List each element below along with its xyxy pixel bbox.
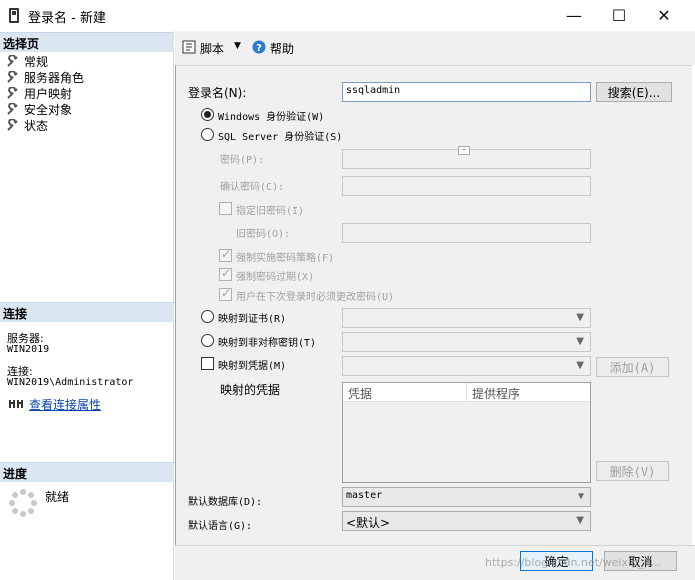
maximize-button[interactable]: ☐ [596, 0, 642, 31]
certificate-combo[interactable]: ▼ [342, 308, 591, 328]
server-value: WIN2019 [7, 344, 50, 355]
enforce-expiration-label: 强制密码过期(X) [236, 272, 315, 283]
enforce-expiration-checkbox[interactable] [219, 266, 232, 281]
page-item-label: 安全对象 [24, 102, 73, 117]
map-credential-label: 映射到凭据(M) [218, 361, 287, 372]
page-item-label: 服务器角色 [24, 70, 85, 85]
wrench-icon [7, 103, 18, 115]
page-item-server-roles[interactable]: 服务器角色 [7, 69, 84, 85]
select-page-header: 选择页 [0, 32, 174, 52]
map-certificate-radio[interactable] [201, 310, 214, 323]
sql-auth-radio[interactable] [201, 128, 214, 141]
asym-key-combo[interactable]: ▼ [342, 332, 591, 352]
old-password-label: 旧密码(O): [236, 229, 291, 240]
wrench-icon [7, 71, 18, 83]
chevron-down-icon: ▼ [576, 360, 584, 371]
script-button[interactable]: 脚本 [200, 40, 224, 57]
title-bar: 登录名 - 新建 — ☐ ✕ [0, 0, 695, 31]
windows-auth-label: Windows 身份验证(W) [218, 112, 325, 123]
default-language-select[interactable]: <默认> ▼ [342, 511, 591, 531]
default-database-value: master [346, 490, 383, 501]
password-label: 密码(P): [220, 155, 265, 166]
windows-auth-radio[interactable] [201, 108, 214, 121]
grid-column-credential[interactable]: 凭据 [343, 383, 467, 402]
help-button[interactable]: 帮助 [270, 40, 294, 57]
wrench-icon [7, 119, 18, 131]
default-language-label: 默认语言(G): [188, 521, 253, 532]
page-item-status[interactable]: 状态 [7, 117, 48, 133]
map-certificate-label: 映射到证书(R) [218, 314, 287, 325]
app-icon [9, 8, 19, 23]
enforce-policy-label: 强制实施密码策略(F) [236, 253, 335, 264]
mapped-credentials-label: 映射的凭据 [220, 383, 281, 397]
chevron-down-icon: ▼ [576, 312, 584, 323]
confirm-password-input[interactable] [342, 176, 591, 196]
must-change-label: 用户在下次登录时必须更改密码(U) [236, 292, 395, 303]
script-icon [182, 40, 196, 54]
grid-column-provider[interactable]: 提供程序 [467, 383, 590, 402]
search-button[interactable]: 搜索(E)... [596, 82, 672, 102]
help-icon: ? [252, 40, 266, 54]
wrench-icon [7, 55, 18, 67]
default-database-label: 默认数据库(D): [188, 497, 263, 508]
connection-properties-icon [9, 400, 23, 408]
watermark-text: https://blog.csdn.net/weixin_4... [485, 556, 662, 569]
add-credential-button[interactable]: 添加(A) [596, 357, 669, 377]
chevron-down-icon: ▼ [576, 515, 584, 526]
connection-header: 连接 [0, 302, 174, 322]
page-item-label: 状态 [24, 118, 49, 133]
enforce-policy-checkbox[interactable] [219, 247, 232, 262]
login-name-input[interactable]: ssqladmin [342, 82, 591, 102]
default-language-value: <默认> [346, 516, 391, 530]
progress-spinner-icon [9, 489, 37, 517]
specify-old-password-checkbox[interactable] [219, 202, 232, 215]
close-button[interactable]: ✕ [641, 0, 687, 31]
default-database-select[interactable]: master ▼ [342, 487, 591, 507]
map-asym-key-label: 映射到非对称密钥(T) [218, 338, 317, 349]
progress-status: 就绪 [45, 490, 70, 504]
password-caps-indicator: - [458, 146, 470, 155]
chevron-down-icon: ▼ [577, 491, 584, 502]
remove-credential-button[interactable]: 删除(V) [596, 461, 669, 481]
map-asym-key-radio[interactable] [201, 334, 214, 347]
page-item-securables[interactable]: 安全对象 [7, 101, 72, 117]
page-item-user-mapping[interactable]: 用户映射 [7, 85, 72, 101]
old-password-input[interactable] [342, 223, 591, 243]
credential-combo[interactable]: ▼ [342, 356, 591, 376]
confirm-password-label: 确认密码(C): [220, 182, 285, 193]
login-name-label: 登录名(N): [188, 86, 247, 100]
page-item-label: 常规 [24, 54, 49, 69]
view-connection-properties-link[interactable]: 查看连接属性 [29, 396, 101, 413]
page-item-general[interactable]: 常规 [7, 53, 48, 69]
svg-text:?: ? [256, 43, 262, 54]
chevron-down-icon: ▼ [576, 336, 584, 347]
connection-value: WIN2019\Administrator [7, 377, 134, 388]
must-change-checkbox[interactable] [219, 286, 232, 301]
specify-old-password-label: 指定旧密码(I) [236, 206, 305, 217]
progress-header: 进度 [0, 462, 174, 482]
script-dropdown-icon[interactable]: ▼ [234, 41, 241, 51]
wrench-icon [7, 87, 18, 99]
window-title: 登录名 - 新建 [28, 11, 106, 26]
mapped-credentials-grid[interactable]: 凭据 提供程序 [342, 382, 591, 483]
page-item-label: 用户映射 [24, 86, 73, 101]
sql-auth-label: SQL Server 身份验证(S) [218, 132, 343, 143]
minimize-button[interactable]: — [551, 0, 597, 31]
map-credential-checkbox[interactable] [201, 357, 214, 370]
